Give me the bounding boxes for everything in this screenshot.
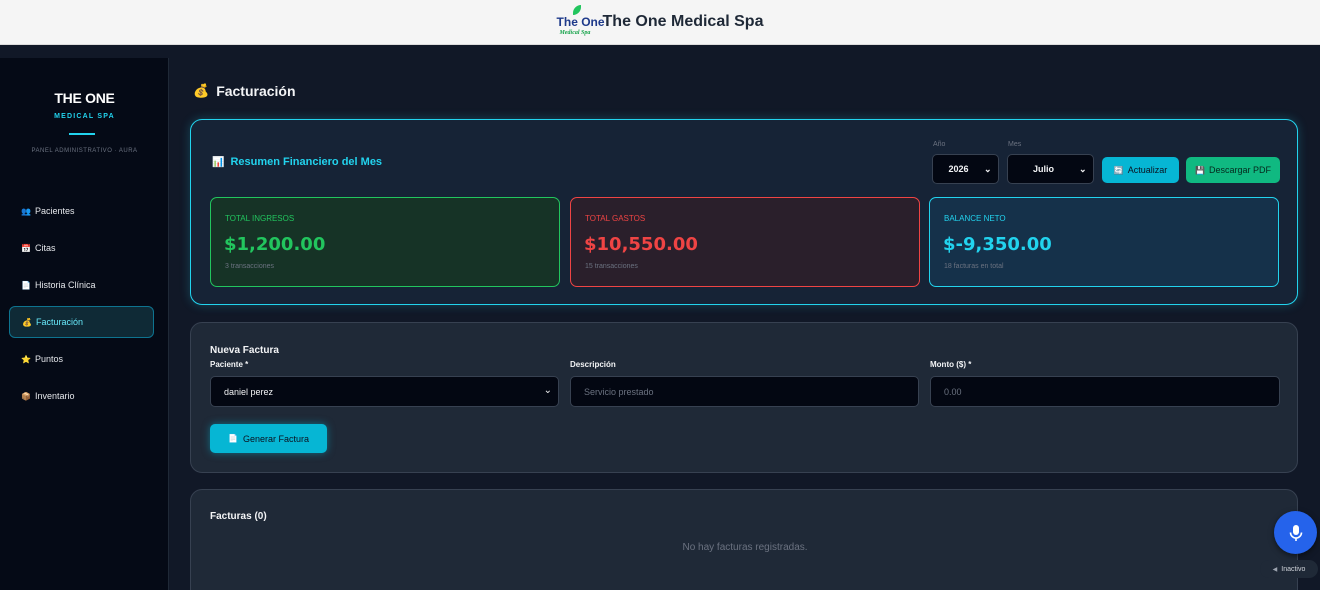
logo-text: The One <box>556 15 605 29</box>
document-icon: 📄 <box>228 434 238 443</box>
sidebar-item-label: Inventario <box>35 391 75 401</box>
logo-subtext: Medical Spa <box>559 30 591 36</box>
description-input[interactable]: Servicio prestado <box>570 376 919 407</box>
calendar-icon: 📅 <box>21 243 31 253</box>
year-select-value: 2026 <box>948 164 969 174</box>
balance-stat-card: BALANCE NETO $-9,350.00 18 facturas en t… <box>929 197 1279 287</box>
expenses-value: $10,550.00 <box>584 234 698 255</box>
description-placeholder: Servicio prestado <box>584 386 654 397</box>
microphone-icon <box>1289 524 1302 541</box>
refresh-button-label: Actualizar <box>1127 165 1168 175</box>
money-bag-icon: 💰 <box>22 317 32 327</box>
sidebar-brand-title: THE ONE <box>54 90 115 106</box>
invoices-heading: Facturas (0) <box>210 511 267 522</box>
month-select-value: Julio <box>1032 164 1054 174</box>
sidebar-item-inventario[interactable]: 📦 Inventario <box>9 380 154 412</box>
money-bag-icon: 💰 <box>193 83 210 98</box>
income-stat-card: TOTAL INGRESOS $1,200.00 3 transacciones <box>210 197 560 287</box>
income-transactions: 3 transacciones <box>225 263 275 270</box>
sidebar-item-label: Historia Clínica <box>35 280 96 290</box>
sidebar-item-historia-clinica[interactable]: 📄 Historia Clínica <box>9 269 154 301</box>
brand-logo: The One Medical Spa <box>557 3 605 41</box>
amount-label: Monto ($) * <box>930 360 972 369</box>
sidebar-item-pacientes[interactable]: 👥 Pacientes <box>9 195 154 227</box>
speaker-icon: ◀ <box>1272 566 1278 573</box>
voice-status-badge: ◀ Inactivo <box>1260 560 1318 578</box>
income-value: $1,200.00 <box>224 234 326 255</box>
download-pdf-label: Descargar PDF <box>1208 165 1271 175</box>
description-label: Descripción <box>570 360 616 369</box>
chevron-down-icon: ⌄ <box>1079 163 1087 174</box>
refresh-button[interactable]: 🔄 Actualizar <box>1102 157 1179 183</box>
sidebar-item-label: Pacientes <box>35 206 75 216</box>
sidebar-item-label: Citas <box>35 243 56 253</box>
users-icon: 👥 <box>21 206 31 216</box>
year-select[interactable]: 2026 ⌄ <box>932 154 999 184</box>
sidebar-brand-subtitle: MEDICAL SPA <box>54 113 115 120</box>
main-content: 💰 Facturación 📊 Resumen Financiero del M… <box>170 58 1320 590</box>
sidebar-divider <box>69 133 95 135</box>
sidebar-item-citas[interactable]: 📅 Citas <box>9 232 154 264</box>
patient-select-value: daniel perez <box>224 386 274 397</box>
summary-title-text: Resumen Financiero del Mes <box>230 156 383 168</box>
voice-status-text: Inactivo <box>1281 565 1306 573</box>
patient-label: Paciente * <box>210 360 249 369</box>
expenses-label: TOTAL GASTOS <box>585 214 646 223</box>
month-select[interactable]: Julio ⌄ <box>1007 154 1094 184</box>
income-label: TOTAL INGRESOS <box>225 214 295 223</box>
sidebar-item-label: Puntos <box>35 354 64 364</box>
month-label: Mes <box>1008 141 1022 148</box>
sidebar-item-facturacion[interactable]: 💰 Facturación <box>9 306 154 338</box>
sidebar-item-puntos[interactable]: ⭐ Puntos <box>9 343 154 375</box>
sidebar: THE ONE MEDICAL SPA PANEL ADMINISTRATIVO… <box>0 58 169 590</box>
chevron-down-icon: ⌄ <box>543 385 552 396</box>
top-header: The One Medical Spa The One Medical Spa <box>0 0 1320 45</box>
refresh-icon: 🔄 <box>1113 165 1124 175</box>
voice-assistant-button[interactable] <box>1274 511 1317 554</box>
generate-invoice-label: Generar Factura <box>242 433 309 444</box>
balance-value: $-9,350.00 <box>943 234 1052 255</box>
page-title: 💰 Facturación <box>193 83 296 99</box>
sidebar-panel-label: PANEL ADMINISTRATIVO · AURA <box>31 148 138 154</box>
leaf-icon <box>572 5 581 15</box>
chevron-down-icon: ⌄ <box>984 163 992 174</box>
document-icon: 📄 <box>21 280 31 290</box>
year-label: Año <box>933 141 946 148</box>
page-title-text: Facturación <box>216 83 296 99</box>
expenses-stat-card: TOTAL GASTOS $10,550.00 15 transacciones <box>570 197 920 287</box>
invoices-card: Facturas (0) No hay facturas registradas… <box>190 489 1298 590</box>
save-icon: 💾 <box>1195 165 1205 175</box>
new-invoice-heading: Nueva Factura <box>210 345 279 356</box>
app-title: The One Medical Spa <box>602 13 764 30</box>
financial-summary-card: 📊 Resumen Financiero del Mes Año 2026 ⌄ … <box>190 119 1298 305</box>
balance-invoices-count: 18 facturas en total <box>944 263 1004 270</box>
new-invoice-card: Nueva Factura Paciente * daniel perez ⌄ … <box>190 322 1298 473</box>
box-icon: 📦 <box>21 391 31 401</box>
generate-invoice-button[interactable]: 📄 Generar Factura <box>210 424 327 453</box>
bar-chart-icon: 📊 <box>212 156 225 168</box>
star-icon: ⭐ <box>21 354 31 364</box>
summary-title: 📊 Resumen Financiero del Mes <box>212 156 382 168</box>
balance-label: BALANCE NETO <box>944 214 1006 223</box>
patient-select[interactable]: daniel perez ⌄ <box>210 376 559 407</box>
amount-placeholder: 0.00 <box>944 386 962 397</box>
amount-input[interactable]: 0.00 <box>930 376 1280 407</box>
sidebar-item-label: Facturación <box>36 317 84 327</box>
expenses-transactions: 15 transacciones <box>585 263 638 270</box>
download-pdf-button[interactable]: 💾 Descargar PDF <box>1186 157 1280 183</box>
invoices-empty-message: No hay facturas registradas. <box>682 542 808 553</box>
